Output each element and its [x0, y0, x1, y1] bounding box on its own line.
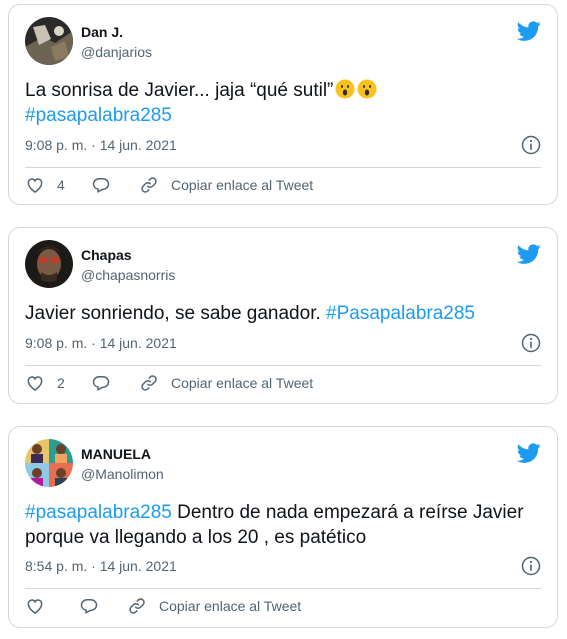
tweet-text: La sonrisa de Javier... jaja “qué sutil”…: [25, 78, 541, 128]
reply-button[interactable]: [91, 175, 111, 195]
copy-link-button[interactable]: Copiar enlace al Tweet: [139, 175, 313, 195]
avatar[interactable]: [25, 439, 73, 487]
divider: [25, 365, 541, 366]
tweet-text-content: La sonrisa de Javier... jaja “qué sutil”: [25, 80, 334, 101]
divider: [25, 588, 541, 589]
hushed-face-emoji: [357, 79, 377, 99]
like-count: 2: [57, 375, 65, 391]
copy-link-label: Copiar enlace al Tweet: [159, 598, 302, 614]
copy-link-label: Copiar enlace al Tweet: [171, 375, 314, 391]
hashtag-link[interactable]: #pasapalabra285: [25, 502, 172, 523]
tweet-text: #pasapalabra285 Dentro de nada empezará …: [25, 500, 541, 550]
author-handle[interactable]: @chapasnorris: [81, 267, 175, 283]
tweet-text-content: porque va llegando a los 20 , es patétic…: [25, 527, 367, 548]
like-button[interactable]: 2: [25, 373, 65, 393]
reply-bubble-icon: [92, 376, 110, 391]
link-icon: [141, 177, 157, 193]
avatar[interactable]: [25, 17, 73, 65]
tweet-card[interactable]: Chapas @chapasnorris Javier sonriendo, s…: [8, 227, 558, 404]
author-name[interactable]: Chapas: [81, 247, 132, 263]
like-button[interactable]: [25, 596, 45, 616]
copy-link-button[interactable]: Copiar enlace al Tweet: [139, 373, 313, 393]
tweet-text-content: Dentro de nada empezará a reírse Javier: [177, 502, 524, 523]
hashtag-link[interactable]: #Pasapalabra285: [326, 303, 475, 324]
heart-icon: [27, 178, 43, 193]
hushed-face-emoji: [335, 79, 355, 99]
reply-bubble-icon: [80, 599, 98, 614]
twitter-bird-icon[interactable]: [517, 441, 541, 465]
info-icon[interactable]: [521, 135, 541, 155]
tweet-timestamp[interactable]: 9:08 p. m. · 14 jun. 2021: [25, 335, 177, 351]
info-icon[interactable]: [521, 556, 541, 576]
info-icon[interactable]: [521, 333, 541, 353]
divider: [25, 167, 541, 168]
reply-button[interactable]: [79, 596, 99, 616]
tweet-timestamp[interactable]: 9:08 p. m. · 14 jun. 2021: [25, 137, 177, 153]
link-icon: [141, 375, 157, 391]
tweet-text: Javier sonriendo, se sabe ganador. #Pasa…: [25, 301, 541, 326]
like-button[interactable]: 4: [25, 175, 65, 195]
author-handle[interactable]: @Manolimon: [81, 466, 164, 482]
tweet-card[interactable]: Dan J. @danjarios La sonrisa de Javier..…: [8, 4, 558, 205]
twitter-bird-icon[interactable]: [517, 242, 541, 266]
link-icon: [129, 598, 145, 614]
author-name[interactable]: MANUELA: [81, 446, 151, 462]
heart-icon: [27, 376, 43, 391]
hashtag-link[interactable]: #pasapalabra285: [25, 105, 172, 126]
heart-icon: [27, 599, 43, 614]
tweet-timestamp[interactable]: 8:54 p. m. · 14 jun. 2021: [25, 558, 177, 574]
copy-link-label: Copiar enlace al Tweet: [171, 177, 314, 193]
avatar[interactable]: [25, 240, 73, 288]
author-handle[interactable]: @danjarios: [81, 44, 152, 60]
like-count: 4: [57, 177, 65, 193]
author-name[interactable]: Dan J.: [81, 24, 123, 40]
twitter-bird-icon[interactable]: [517, 19, 541, 43]
tweet-card[interactable]: MANUELA @Manolimon #pasapalabra285 Dentr…: [8, 426, 558, 628]
reply-bubble-icon: [92, 178, 110, 193]
reply-button[interactable]: [91, 373, 111, 393]
copy-link-button[interactable]: Copiar enlace al Tweet: [127, 596, 301, 616]
tweet-text-content: Javier sonriendo, se sabe ganador.: [25, 303, 321, 324]
